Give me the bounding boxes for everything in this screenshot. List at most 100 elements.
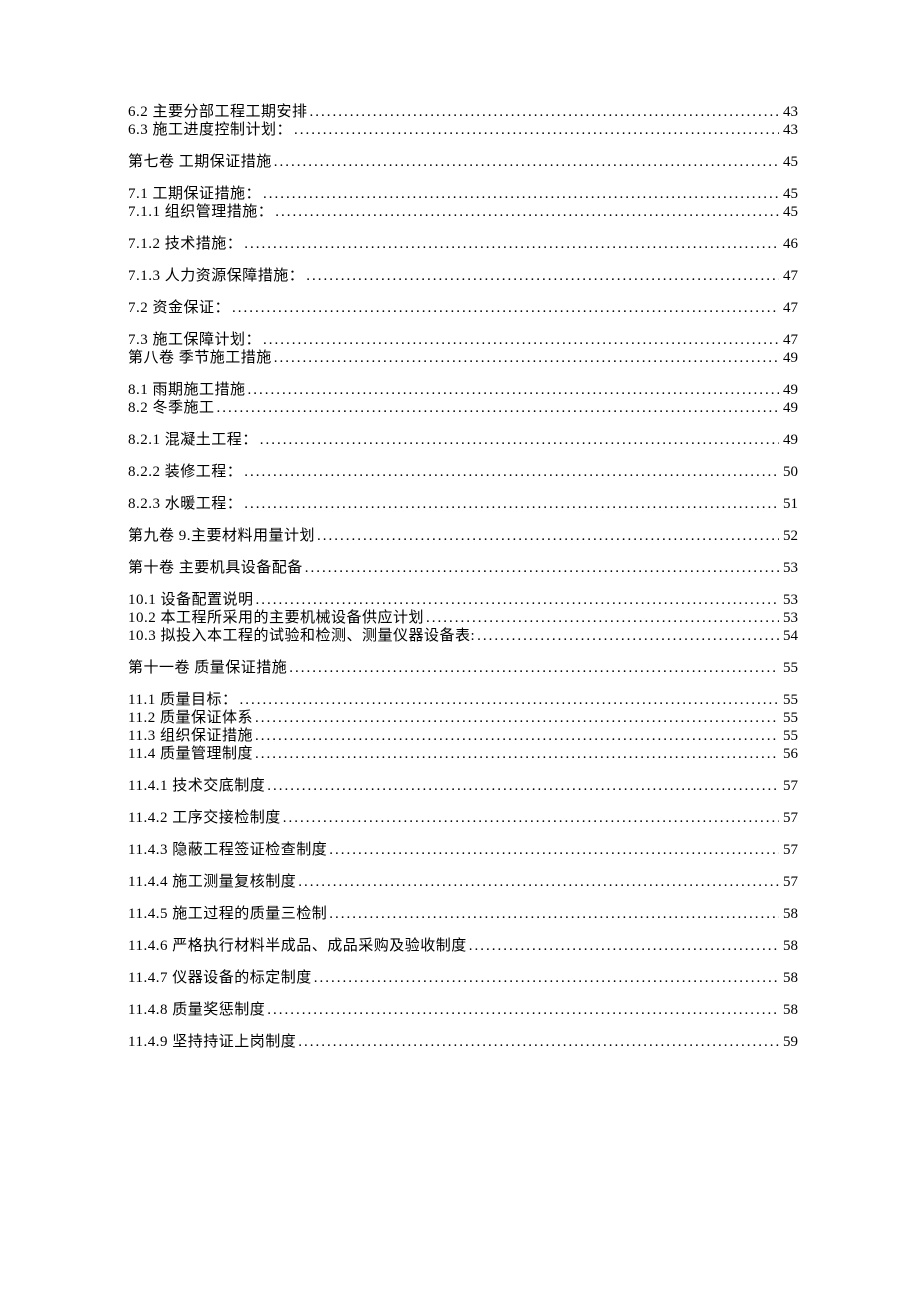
toc-entry: 11.4.7 仪器设备的标定制度58 — [128, 971, 798, 986]
toc-leader-dots — [253, 711, 781, 726]
toc-entry: 11.4.8 质量奖惩制度 58 — [128, 1003, 798, 1018]
toc-leader-dots — [303, 561, 781, 576]
toc-entry: 11.4.5 施工过程的质量三检制 58 — [128, 907, 798, 922]
toc-entry: 7.3 施工保障计划：47 — [128, 333, 798, 348]
toc-entry: 10.1 设备配置说明 53 — [128, 593, 798, 608]
toc-entry: 10.3 拟投入本工程的试验和检测、测量仪器设备表: 54 — [128, 629, 798, 644]
toc-title: 10.1 设备配置说明 — [128, 593, 254, 608]
toc-title: 7.3 施工保障计划： — [128, 333, 261, 348]
toc-page-number: 45 — [781, 155, 798, 170]
toc-leader-dots — [273, 205, 781, 220]
toc-entry: 8.2.3 水暖工程：51 — [128, 497, 798, 512]
toc-leader-dots — [312, 971, 781, 986]
toc-title: 10.3 拟投入本工程的试验和检测、测量仪器设备表: — [128, 629, 475, 644]
toc-title: 11.2 质量保证体系 — [128, 711, 253, 726]
toc-page-number: 51 — [781, 497, 798, 512]
toc-entry: 第七卷 工期保证措施 45 — [128, 155, 798, 170]
toc-title: 11.4.6 严格执行材料半成品、成品采购及验收制度 — [128, 939, 467, 954]
toc-title: 第八卷 季节施工措施 — [128, 351, 272, 366]
toc-page-number: 47 — [781, 269, 798, 284]
toc-title: 11.4.3 隐蔽工程签证检查制度 — [128, 843, 327, 858]
toc-page-number: 58 — [781, 907, 798, 922]
toc-title: 11.4.7 仪器设备的标定制度 — [128, 971, 312, 986]
toc-page-number: 57 — [781, 843, 798, 858]
toc-page-number: 46 — [781, 237, 798, 252]
toc-leader-dots — [467, 939, 781, 954]
toc-page-number: 58 — [781, 939, 798, 954]
toc-page-number: 45 — [781, 205, 798, 220]
toc-page-number: 47 — [781, 301, 798, 316]
toc-entry: 7.1.2 技术措施： 46 — [128, 237, 798, 252]
toc-leader-dots — [253, 747, 781, 762]
toc-entry: 11.4.1 技术交底制度57 — [128, 779, 798, 794]
toc-entry: 第八卷 季节施工措施 49 — [128, 351, 798, 366]
toc-entry: 11.2 质量保证体系55 — [128, 711, 798, 726]
toc-title: 11.3 组织保证措施 — [128, 729, 253, 744]
toc-title: 7.1.1 组织管理措施： — [128, 205, 273, 220]
toc-leader-dots — [242, 237, 781, 252]
toc-title: 11.4.9 坚持持证上岗制度 — [128, 1035, 296, 1050]
toc-page-number: 57 — [781, 875, 798, 890]
toc-title: 11.4.8 质量奖惩制度 — [128, 1003, 265, 1018]
toc-title: 11.4.4 施工测量复核制度 — [128, 875, 296, 890]
toc-title: 第七卷 工期保证措施 — [128, 155, 272, 170]
toc-leader-dots — [261, 333, 781, 348]
toc-page-number: 55 — [781, 693, 798, 708]
toc-entry: 11.4.6 严格执行材料半成品、成品采购及验收制度 58 — [128, 939, 798, 954]
toc-leader-dots — [258, 433, 781, 448]
toc-page-number: 49 — [781, 383, 798, 398]
toc-leader-dots — [327, 907, 781, 922]
toc-title: 第九卷 9.主要材料用量计划 — [128, 529, 315, 544]
toc-leader-dots — [315, 529, 781, 544]
toc-entry: 6.3 施工进度控制计划：43 — [128, 123, 798, 138]
toc-leader-dots — [265, 1003, 781, 1018]
toc-page: 6.2 主要分部工程工期安排43 6.3 施工进度控制计划：43 第七卷 工期保证措… — [0, 0, 920, 1167]
toc-leader-dots — [265, 779, 781, 794]
toc-title: 第十一卷 质量保证措施 — [128, 661, 287, 676]
toc-page-number: 57 — [781, 811, 798, 826]
toc-page-number: 55 — [781, 661, 798, 676]
toc-title: 8.2.1 混凝土工程： — [128, 433, 258, 448]
toc-entry: 第九卷 9.主要材料用量计划 52 — [128, 529, 798, 544]
toc-entry: 11.4.3 隐蔽工程签证检查制度 57 — [128, 843, 798, 858]
toc-entry: 8.2 冬季施工49 — [128, 401, 798, 416]
toc-leader-dots — [272, 155, 781, 170]
toc-title: 11.4.1 技术交底制度 — [128, 779, 265, 794]
toc-title: 7.2 资金保证： — [128, 301, 230, 316]
toc-entry: 11.4 质量管理制度56 — [128, 747, 798, 762]
toc-page-number: 54 — [781, 629, 798, 644]
toc-entry: 6.2 主要分部工程工期安排43 — [128, 105, 798, 120]
toc-title: 11.1 质量目标： — [128, 693, 237, 708]
toc-entry: 11.4.4 施工测量复核制度 57 — [128, 875, 798, 890]
toc-entry: 第十一卷 质量保证措施 55 — [128, 661, 798, 676]
toc-entry: 11.3 组织保证措施 55 — [128, 729, 798, 744]
toc-page-number: 58 — [781, 1003, 798, 1018]
toc-leader-dots — [237, 693, 781, 708]
toc-leader-dots — [296, 1035, 781, 1050]
toc-leader-dots — [272, 351, 781, 366]
toc-page-number: 55 — [781, 729, 798, 744]
toc-leader-dots — [296, 875, 781, 890]
toc-page-number: 49 — [781, 351, 798, 366]
toc-entry: 11.4.2 工序交接检制度 57 — [128, 811, 798, 826]
toc-leader-dots — [242, 497, 781, 512]
toc-page-number: 53 — [781, 593, 798, 608]
toc-page-number: 50 — [781, 465, 798, 480]
toc-title: 8.2.2 装修工程： — [128, 465, 242, 480]
toc-entry: 第十卷 主要机具设备配备53 — [128, 561, 798, 576]
toc-leader-dots — [327, 843, 781, 858]
toc-title: 11.4.2 工序交接检制度 — [128, 811, 281, 826]
toc-title: 8.2 冬季施工 — [128, 401, 215, 416]
toc-leader-dots — [424, 611, 781, 626]
toc-title: 7.1.2 技术措施： — [128, 237, 242, 252]
toc-title: 11.4 质量管理制度 — [128, 747, 253, 762]
toc-leader-dots — [475, 629, 781, 644]
toc-leader-dots — [308, 105, 781, 120]
toc-leader-dots — [253, 729, 781, 744]
toc-title: 11.4.5 施工过程的质量三检制 — [128, 907, 327, 922]
toc-entry: 11.1 质量目标： 55 — [128, 693, 798, 708]
toc-page-number: 43 — [781, 105, 798, 120]
toc-page-number: 45 — [781, 187, 798, 202]
toc-leader-dots — [292, 123, 781, 138]
toc-page-number: 52 — [781, 529, 798, 544]
